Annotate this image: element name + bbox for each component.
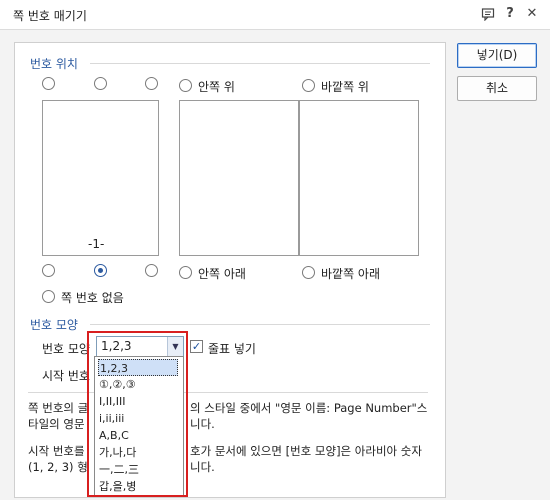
window-title: 쪽 번호 매기기 — [13, 9, 87, 23]
outer-bottom-label: 바깥쪽 아래 — [321, 267, 381, 281]
radio-bottom-center[interactable] — [94, 264, 107, 277]
outer-top-label: 바깥쪽 위 — [321, 80, 369, 94]
highlight-box — [87, 331, 188, 497]
page-preview-left — [179, 100, 299, 256]
description-line-4b: 니다. — [190, 460, 215, 474]
radio-outer-bottom[interactable] — [302, 266, 315, 279]
radio-top-center[interactable] — [94, 77, 107, 90]
radio-outer-top[interactable] — [302, 79, 315, 92]
section-divider — [90, 63, 430, 64]
chat-icon[interactable] — [480, 7, 496, 23]
start-number-label: 시작 번호 — [42, 369, 90, 383]
radio-top-right[interactable] — [145, 77, 158, 90]
inner-top-label: 안쪽 위 — [198, 80, 235, 94]
dash-label: 줄표 넣기 — [208, 342, 256, 356]
cancel-button[interactable]: 취소 — [457, 76, 537, 101]
section-divider — [90, 324, 430, 325]
radio-inner-top[interactable] — [179, 79, 192, 92]
radio-no-number[interactable] — [42, 290, 55, 303]
insert-button[interactable]: 넣기(D) — [457, 43, 537, 68]
page-number-preview: -1- — [88, 237, 105, 251]
page-preview-single — [42, 100, 159, 256]
radio-inner-bottom[interactable] — [179, 266, 192, 279]
no-number-label: 쪽 번호 없음 — [61, 291, 124, 305]
close-icon[interactable]: ✕ — [524, 6, 540, 22]
description-line-1: 쪽 번호의 글 — [28, 401, 89, 415]
inner-bottom-label: 안쪽 아래 — [198, 267, 246, 281]
description-line-2: 타일의 영문 — [28, 417, 85, 431]
description-line-3b: 호가 문서에 있으면 [번호 모양]은 아라비아 숫자 — [190, 444, 422, 458]
format-label: 번호 모양 — [42, 342, 90, 356]
radio-bottom-left[interactable] — [42, 264, 55, 277]
description-line-4: (1, 2, 3) 형 — [28, 460, 88, 474]
radio-top-left[interactable] — [42, 77, 55, 90]
dash-checkbox[interactable]: ✓ — [190, 340, 203, 353]
help-icon[interactable]: ? — [502, 6, 518, 22]
format-section-label: 번호 모양 — [30, 318, 78, 332]
description-line-3: 시작 번호를 — [28, 444, 85, 458]
page-preview-right — [299, 100, 419, 256]
position-section-label: 번호 위치 — [30, 57, 78, 71]
description-line-2b: 니다. — [190, 417, 215, 431]
description-line-1b: 의 스타일 중에서 "영문 이름: Page Number"스 — [190, 401, 428, 415]
radio-bottom-right[interactable] — [145, 264, 158, 277]
